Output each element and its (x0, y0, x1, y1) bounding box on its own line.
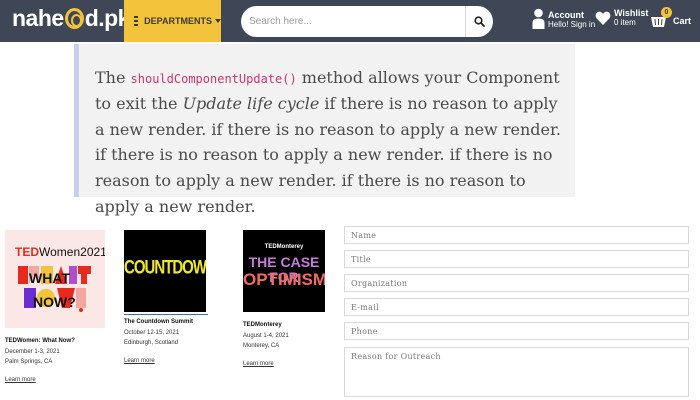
top-nav-bar: nahed.pk DEPARTMENTS Account Hello! Sign… (0, 0, 700, 42)
hamburger-icon (134, 14, 139, 28)
email-field[interactable] (344, 298, 689, 316)
event-thumbnail[interactable]: TEDWomen2021 WHAT NOW? (5, 230, 105, 328)
thumb-word-what: WHAT (29, 270, 70, 286)
thumb-word-now: NOW? (33, 294, 76, 310)
event-date: August 1-4, 2021 (243, 333, 289, 339)
event-thumbnail[interactable]: COUNTDOWN (124, 230, 206, 312)
search-icon (474, 16, 485, 27)
quote-text: The shouldComponentUpdate() method allow… (95, 65, 565, 220)
wishlist-label: Wishlist (614, 8, 649, 18)
event-thumbnail[interactable]: TEDMonterey THE CASE FOR OPTIMISM (243, 230, 325, 312)
user-icon (532, 8, 545, 29)
account-subtext: Hello! Sign in (548, 19, 596, 29)
account-link[interactable]: Account Hello! Sign in (532, 8, 595, 30)
departments-button[interactable]: DEPARTMENTS (124, 0, 221, 42)
wishlist-count: 0 item (614, 18, 636, 27)
event-location: Palm Springs, CA (5, 359, 53, 365)
wishlist-link[interactable]: Wishlist 0 item (595, 8, 648, 27)
organization-field[interactable] (344, 274, 689, 292)
logo-mark-icon (64, 8, 84, 29)
search-box (241, 6, 493, 37)
event-card-countdown: COUNTDOWN The Countdown Summit October 1… (124, 230, 234, 366)
search-button[interactable] (465, 6, 493, 37)
learn-more-link[interactable]: Learn more (124, 358, 155, 364)
name-field[interactable] (344, 226, 689, 244)
event-title: TEDWomen: What Now? (5, 338, 75, 344)
quote-text-before: The (95, 68, 131, 87)
thumbnail-line-2: OPTIMISM (243, 270, 325, 289)
search-input[interactable] (241, 6, 465, 37)
title-field[interactable] (344, 250, 689, 268)
event-date: December 1-3, 2021 (5, 349, 60, 355)
event-date: October 12-15, 2021 (124, 330, 180, 336)
site-logo[interactable]: nahe d.pk (12, 5, 130, 32)
cart-label: Cart (673, 16, 692, 26)
thumbnail-heading: TEDMonterey (264, 244, 304, 250)
event-location: Edinburgh, Scotland (124, 340, 179, 346)
cart-count-badge: 0 (661, 7, 672, 18)
event-location: Monterey, CA (243, 343, 280, 349)
event-title: The Countdown Summit (124, 319, 193, 325)
thumbnail-underline (124, 314, 208, 315)
phone-field[interactable] (344, 322, 689, 340)
account-label: Account (548, 9, 584, 20)
cart-link[interactable]: 0 Cart (650, 7, 692, 30)
departments-label: DEPARTMENTS (144, 16, 212, 26)
learn-more-link[interactable]: Learn more (243, 361, 274, 367)
thumbnail-title: COUNTDOWN (124, 256, 206, 279)
what-now-artwork: WHAT NOW? (18, 266, 91, 312)
event-card-tedwomen: TEDWomen2021 WHAT NOW? TEDWomen: What No… (5, 230, 115, 385)
logo-text-left: nahe (12, 5, 64, 31)
heart-icon (595, 11, 611, 25)
inline-code: shouldComponentUpdate() (130, 72, 297, 86)
reason-textarea[interactable] (344, 347, 689, 397)
quote-emphasis: Update life cycle (182, 93, 320, 113)
event-title: TEDMonterey (243, 322, 282, 328)
learn-more-link[interactable]: Learn more (5, 377, 36, 383)
event-card-tedmonterey: TEDMonterey THE CASE FOR OPTIMISM TEDMon… (243, 230, 353, 369)
caret-down-icon (215, 19, 221, 23)
